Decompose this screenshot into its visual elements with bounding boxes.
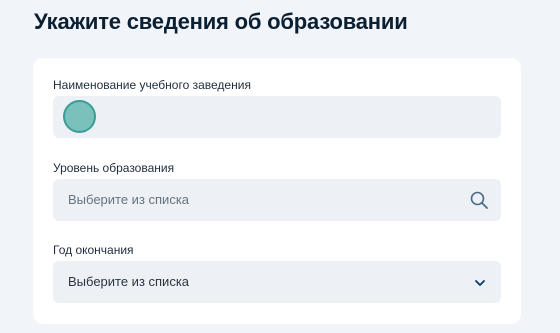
loading-spinner — [63, 100, 96, 133]
institution-label: Наименование учебного заведения — [53, 78, 251, 92]
chevron-down-icon[interactable] — [474, 277, 486, 289]
graduation-year-label: Год окончания — [53, 243, 134, 257]
education-level-label: Уровень образования — [53, 161, 175, 175]
graduation-year-value: Выберите из списка — [68, 274, 190, 289]
education-level-placeholder: Выберите из списка — [68, 192, 190, 207]
institution-field[interactable] — [53, 96, 501, 138]
graduation-year-select[interactable]: Выберите из списка — [53, 261, 501, 303]
search-icon[interactable] — [469, 190, 489, 210]
education-form-card: Наименование учебного заведения Уровень … — [33, 58, 521, 324]
page-title: Укажите сведения об образовании — [34, 9, 408, 34]
education-level-field[interactable]: Выберите из списка — [53, 179, 501, 221]
